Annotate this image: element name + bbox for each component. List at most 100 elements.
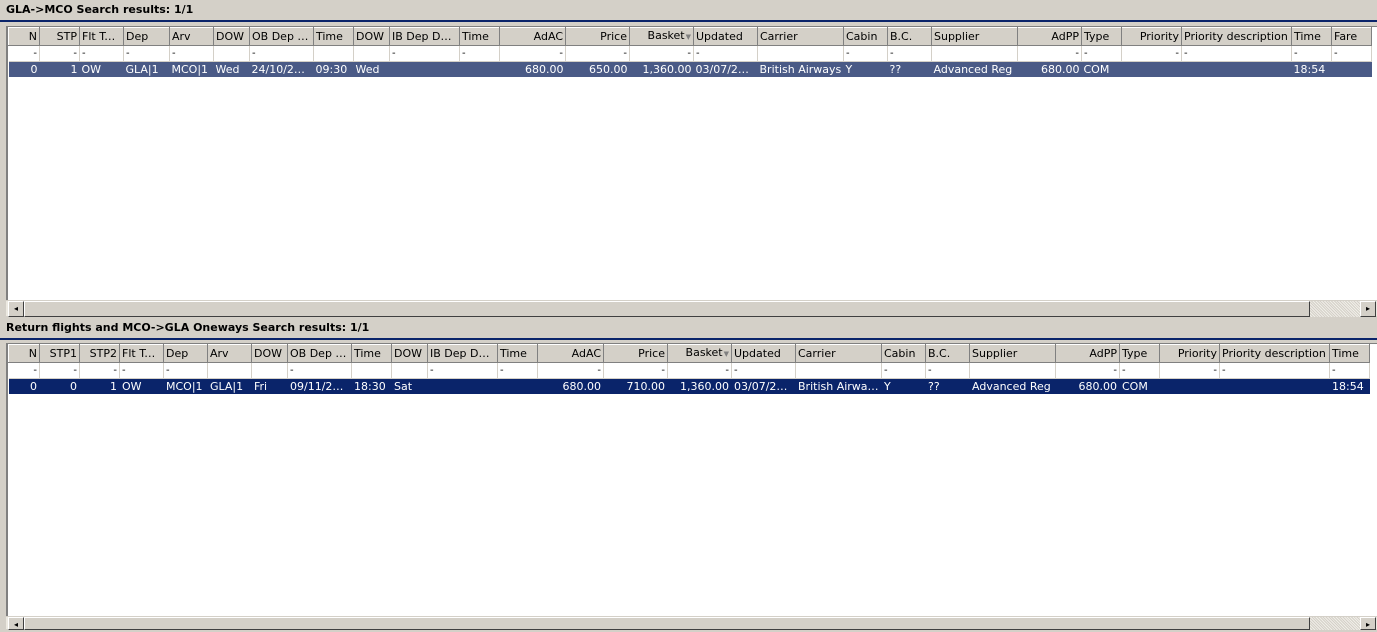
scrollbar-thumb[interactable] [24,301,1310,317]
filter-cell[interactable]: - [79,45,124,62]
column-header-time[interactable]: Time [1291,27,1332,46]
column-header-stp1[interactable]: STP1 [39,344,80,363]
column-header-dow[interactable]: DOW [251,344,288,363]
filter-cell[interactable]: - [1119,362,1160,379]
filter-cell[interactable]: - [603,362,668,379]
return-horizontal-scrollbar[interactable]: ◂ ▸ [6,616,1377,630]
filter-cell[interactable]: - [249,45,314,62]
column-header-fare[interactable]: Fare [1331,27,1372,46]
scroll-right-icon[interactable]: ▸ [1360,301,1376,317]
scroll-right-icon[interactable]: ▸ [1360,617,1376,630]
column-header-priority[interactable]: Priority [1121,27,1182,46]
filter-cell[interactable]: - [389,45,460,62]
column-header-ib-dep-date[interactable]: IB Dep Date [389,27,460,46]
filter-cell[interactable]: - [1291,45,1332,62]
column-header-adac[interactable]: AdAC [537,344,604,363]
filter-cell[interactable]: - [1055,362,1120,379]
scroll-left-icon[interactable]: ◂ [8,617,24,630]
column-header-priority-description[interactable]: Priority description [1219,344,1330,363]
filter-cell[interactable]: - [537,362,604,379]
filter-cell[interactable]: - [8,362,40,379]
column-header-priority-description[interactable]: Priority description [1181,27,1292,46]
column-header-price[interactable]: Price [565,27,630,46]
column-header-type[interactable]: Type [1119,344,1160,363]
filter-cell[interactable]: - [169,45,214,62]
column-header-arv[interactable]: Arv [207,344,252,363]
column-header-dep[interactable]: Dep [163,344,208,363]
column-header-time[interactable]: Time [351,344,392,363]
filter-cell[interactable]: - [731,362,796,379]
filter-cell[interactable] [251,362,288,379]
filter-cell[interactable] [757,45,844,62]
column-header-flt-type[interactable]: Flt Type [79,27,124,46]
filter-cell[interactable]: - [925,362,970,379]
filter-cell[interactable]: - [667,362,732,379]
column-header-stp2[interactable]: STP2 [79,344,120,363]
column-header-basket[interactable]: Basket▼ [667,344,732,363]
column-header-cabin[interactable]: Cabin [881,344,926,363]
filter-cell[interactable]: - [499,45,566,62]
filter-cell[interactable]: - [497,362,538,379]
filter-cell[interactable]: - [881,362,926,379]
column-header-dow[interactable]: DOW [391,344,428,363]
filter-cell[interactable]: - [565,45,630,62]
column-header-time[interactable]: Time [1329,344,1370,363]
filter-cell[interactable]: - [459,45,500,62]
filter-cell[interactable]: - [8,45,40,62]
column-header-n[interactable]: N [8,344,40,363]
column-header-basket[interactable]: Basket▼ [629,27,694,46]
filter-cell[interactable]: - [79,362,120,379]
filter-cell[interactable] [391,362,428,379]
filter-cell[interactable]: - [1181,45,1292,62]
filter-cell[interactable]: - [1219,362,1330,379]
filter-cell[interactable] [213,45,250,62]
scrollbar-thumb[interactable] [24,617,1310,630]
filter-cell[interactable]: - [1331,45,1372,62]
column-header-type[interactable]: Type [1081,27,1122,46]
column-header-updated[interactable]: Updated [731,344,796,363]
filter-row[interactable]: ------------------- [8,362,1370,379]
column-header-flt-type[interactable]: Flt Type [119,344,164,363]
column-header-ob-dep-d[interactable]: OB Dep D... [287,344,352,363]
column-header-stp[interactable]: STP [39,27,80,46]
column-header-time[interactable]: Time [497,344,538,363]
table-row[interactable]: 0 1 OW GLA|1 MCO|1 Wed 24/10/2018 09:30 Wed 680.0… [8,61,1372,77]
table-row[interactable]: 0 0 1 OW MCO|1 GLA|1 Fri 09/11/2018 18:30 Sat 680.… [8,378,1370,394]
column-header-adpp[interactable]: AdPP [1017,27,1082,46]
filter-cell[interactable] [795,362,882,379]
column-header-dow[interactable]: DOW [353,27,390,46]
filter-cell[interactable]: - [1329,362,1370,379]
outbound-horizontal-scrollbar[interactable]: ◂ ▸ [6,300,1377,317]
filter-cell[interactable]: - [1121,45,1182,62]
column-header-dow[interactable]: DOW [213,27,250,46]
column-header-carrier[interactable]: Carrier [795,344,882,363]
column-header-price[interactable]: Price [603,344,668,363]
column-header-carrier[interactable]: Carrier [757,27,844,46]
filter-cell[interactable]: - [427,362,498,379]
filter-cell[interactable]: - [843,45,888,62]
scroll-left-icon[interactable]: ◂ [8,301,24,317]
filter-cell[interactable]: - [39,45,80,62]
filter-cell[interactable] [313,45,354,62]
filter-cell[interactable]: - [119,362,164,379]
return-results-grid[interactable]: N STP1 STP2 Flt Type Dep Arv DOW OB Dep D... Tim… [6,343,1377,616]
filter-cell[interactable]: - [287,362,352,379]
column-header-updated[interactable]: Updated [693,27,758,46]
filter-cell[interactable]: - [1159,362,1220,379]
column-header-ob-dep-d[interactable]: OB Dep D... [249,27,314,46]
column-header-n[interactable]: N [8,27,40,46]
column-header-supplier[interactable]: Supplier [969,344,1056,363]
column-header-cabin[interactable]: Cabin [843,27,888,46]
column-header-ib-dep-date[interactable]: IB Dep Date [427,344,498,363]
column-header-dep[interactable]: Dep [123,27,170,46]
filter-cell[interactable] [207,362,252,379]
filter-cell[interactable]: - [39,362,80,379]
column-header-supplier[interactable]: Supplier [931,27,1018,46]
filter-cell[interactable] [353,45,390,62]
column-header-b-c[interactable]: B.C. [887,27,932,46]
filter-row[interactable]: -------------------- [8,45,1372,62]
outbound-results-grid[interactable]: N STP Flt Type Dep Arv DOW OB Dep D... Time DOW I… [6,26,1377,300]
column-header-adpp[interactable]: AdPP [1055,344,1120,363]
scrollbar-track[interactable] [1310,301,1360,317]
filter-cell[interactable]: - [693,45,758,62]
